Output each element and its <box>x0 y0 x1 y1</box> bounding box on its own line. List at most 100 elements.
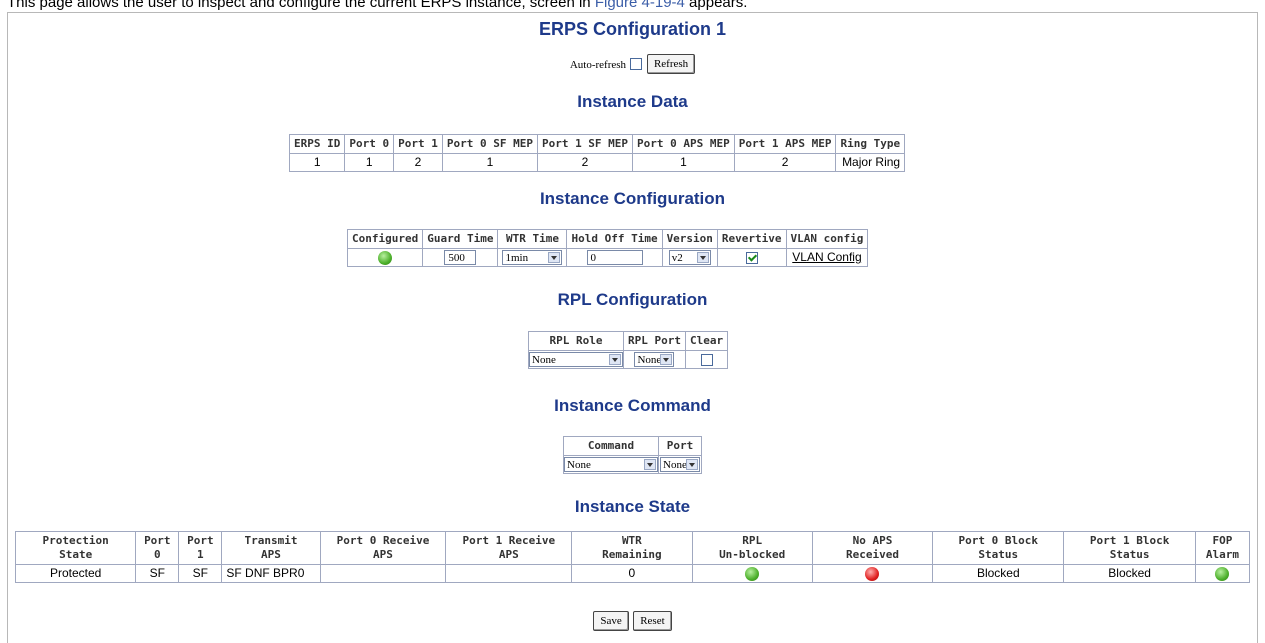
instance-configuration-heading: Instance Configuration <box>539 189 726 208</box>
version-select[interactable]: v2 <box>668 250 711 266</box>
col-port0-block-status: Port 0 Block Status <box>932 531 1065 565</box>
cell-erps-id: 1 <box>288 153 346 172</box>
col-port1-sf-mep: Port 1 SF MEP <box>536 134 634 154</box>
col-clear: Clear <box>684 331 729 351</box>
col-port1-block-status: Port 1 Block Status <box>1063 531 1196 565</box>
rpl-port-select[interactable]: None <box>634 352 675 368</box>
instance-data-table: ERPS ID Port 0 Port 1 Port 0 SF MEP Port… <box>288 134 906 172</box>
cell-state-port1: SF <box>178 564 223 583</box>
col-port0-aps-mep: Port 0 APS MEP <box>632 134 735 154</box>
page-title: ERPS Configuration 1 <box>538 19 726 39</box>
cell-ring-type: Major Ring <box>835 153 906 172</box>
cell-port0-aps-mep: 1 <box>632 153 735 172</box>
cell-port1-block-status: Blocked <box>1063 564 1196 583</box>
command-select[interactable]: None <box>564 457 658 473</box>
cell-port0-block-status: Blocked <box>932 564 1065 583</box>
col-port0-receive-aps: Port 0 Receive APS <box>319 531 447 565</box>
instance-state-table: Protection State Port 0 Port 1 Transmit APS … <box>14 531 1251 583</box>
wtr-time-value: 1min <box>505 252 529 265</box>
col-port1-aps-mep: Port 1 APS MEP <box>733 134 837 154</box>
col-protection-state: Protection State <box>14 531 137 565</box>
refresh-button[interactable]: Refresh <box>646 54 696 74</box>
cell-port1-aps-mep: 2 <box>733 153 837 172</box>
cell-protection-state: Protected <box>14 564 137 583</box>
col-rpl-port: RPL Port <box>623 331 686 351</box>
cell-port1: 2 <box>393 153 443 172</box>
cell-wtr-remaining: 0 <box>571 564 693 583</box>
col-rpl-unblocked: RPL Un-blocked <box>691 531 813 565</box>
figure-link[interactable]: Figure 4-19-4 <box>595 0 685 11</box>
chevron-down-icon <box>696 252 709 264</box>
clear-checkbox[interactable] <box>700 353 713 366</box>
col-state-port0: Port 0 <box>135 531 180 565</box>
col-wtr-time: WTR Time <box>497 229 568 249</box>
table-row: 1 1 2 1 2 1 2 Major Ring <box>288 153 906 172</box>
cell-state-port0: SF <box>135 564 180 583</box>
col-command: Command <box>563 436 659 456</box>
rpl-unblocked-status-icon <box>745 566 760 581</box>
instance-state-heading: Instance State <box>574 497 691 516</box>
command-port-value: None <box>663 459 687 472</box>
col-version: Version <box>661 229 718 249</box>
chevron-down-icon <box>686 459 698 471</box>
auto-refresh-checkbox[interactable] <box>630 58 643 70</box>
table-row: 500 1min 0 v2 VLAN Config <box>346 247 869 268</box>
save-button[interactable]: Save <box>593 611 629 631</box>
guard-time-input[interactable]: 500 <box>444 250 477 266</box>
col-port1-receive-aps: Port 1 Receive APS <box>445 531 573 565</box>
reset-button[interactable]: Reset <box>633 611 672 631</box>
cell-transmit-aps: SF DNF BPR0 <box>221 564 321 583</box>
rpl-role-value: None <box>532 354 556 367</box>
command-value: None <box>567 459 591 472</box>
cell-port0-receive-aps <box>319 564 447 583</box>
instance-command-heading: Instance Command <box>554 396 711 415</box>
fop-alarm-status-icon <box>1215 566 1230 581</box>
cell-port1-sf-mep: 2 <box>536 153 634 172</box>
col-ring-type: Ring Type <box>835 134 906 154</box>
col-port0: Port 0 <box>344 134 395 154</box>
table-row: None None <box>528 349 729 370</box>
col-port0-sf-mep: Port 0 SF MEP <box>441 134 538 154</box>
configured-status-icon <box>378 250 393 265</box>
cell-port0-sf-mep: 1 <box>441 153 538 172</box>
auto-refresh-label: Auto-refresh <box>569 59 627 72</box>
col-configured: Configured <box>346 229 424 249</box>
col-fop-alarm: FOP Alarm <box>1194 531 1251 565</box>
no-aps-received-status-icon <box>865 566 880 581</box>
instance-data-heading: Instance Data <box>577 92 688 111</box>
hold-off-time-input[interactable]: 0 <box>586 250 643 266</box>
version-value: v2 <box>671 252 683 265</box>
wtr-time-select[interactable]: 1min <box>502 250 563 266</box>
revertive-checkbox[interactable] <box>745 251 758 264</box>
cell-port1-receive-aps <box>445 564 573 583</box>
intro-text-after: appears. <box>684 0 748 11</box>
chevron-down-icon <box>609 354 621 366</box>
intro-text: This page allows the user to inspect and… <box>7 0 747 12</box>
cell-port0: 1 <box>344 153 395 172</box>
chevron-down-icon <box>548 252 561 264</box>
chevron-down-icon <box>660 354 673 366</box>
col-state-port1: Port 1 <box>178 531 223 565</box>
col-guard-time: Guard Time <box>422 229 499 249</box>
intro-text-before: This page allows the user to inspect and… <box>7 0 595 11</box>
command-port-select[interactable]: None <box>660 457 700 473</box>
table-row: Protected SF SF SF DNF BPR0 0 Blocked Bl… <box>14 564 1251 583</box>
col-rpl-role: RPL Role <box>528 331 624 351</box>
col-hold-off-time: Hold Off Time <box>566 229 663 249</box>
instance-command-table: Command Port None None <box>563 436 702 475</box>
instance-configuration-table: Configured Guard Time WTR Time Hold Off … <box>346 229 869 268</box>
col-erps-id: ERPS ID <box>288 134 346 154</box>
col-wtr-remaining: WTR Remaining <box>571 531 693 565</box>
rpl-configuration-table: RPL Role RPL Port Clear None None <box>528 331 729 370</box>
rpl-port-value: None <box>637 354 662 367</box>
table-row: None None <box>563 454 702 475</box>
col-no-aps-received: No APS Received <box>811 531 934 565</box>
rpl-configuration-heading: RPL Configuration <box>557 290 708 309</box>
chevron-down-icon <box>644 459 656 471</box>
vlan-config-link[interactable]: VLAN Config <box>792 250 861 264</box>
col-vlan-config: VLAN config <box>785 229 869 249</box>
col-port1: Port 1 <box>393 134 443 154</box>
rpl-role-select[interactable]: None <box>529 352 623 368</box>
col-port: Port <box>658 436 702 456</box>
col-transmit-aps: Transmit APS <box>221 531 321 565</box>
